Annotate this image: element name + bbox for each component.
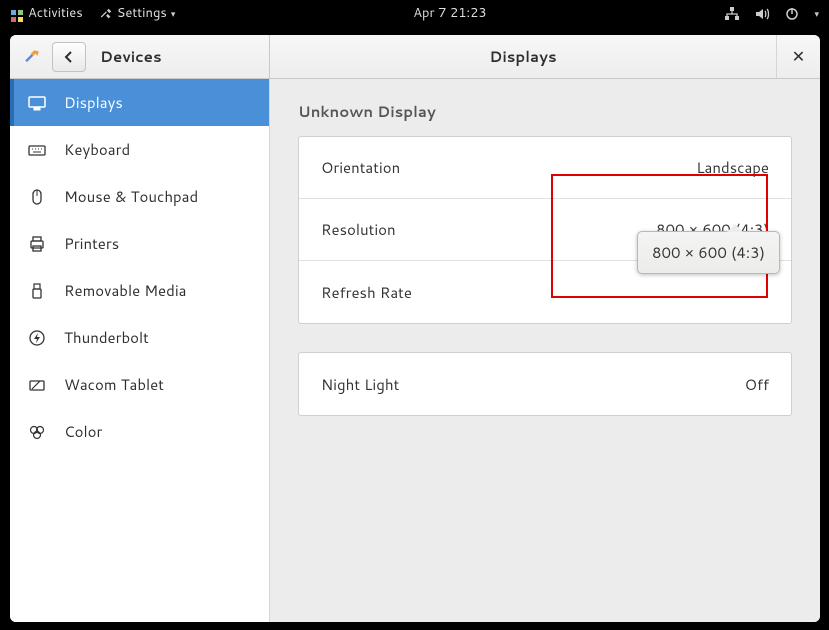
sidebar-item-label: Color — [64, 421, 102, 442]
display-name: Unknown Display — [298, 101, 792, 122]
back-button[interactable] — [52, 42, 86, 72]
activities-button[interactable]: Activities — [10, 4, 83, 22]
sidebar-item-wacom[interactable]: Wacom Tablet — [10, 361, 269, 408]
night-light-row[interactable]: Night Light Off — [299, 353, 791, 415]
keyboard-icon — [28, 141, 46, 159]
orientation-label: Orientation — [321, 157, 400, 178]
mouse-icon — [28, 188, 46, 206]
resolution-dropdown[interactable]: 800 × 600 (4:3) — [637, 231, 780, 274]
resolution-label: Resolution — [321, 219, 396, 240]
sidebar-item-label: Printers — [64, 233, 119, 254]
sidebar-item-label: Mouse & Touchpad — [64, 186, 198, 207]
chevron-left-icon — [63, 51, 75, 63]
close-icon: ✕ — [792, 45, 805, 68]
refresh-rate-label: Refresh Rate — [321, 282, 412, 303]
tablet-icon — [28, 376, 46, 394]
sidebar-item-mouse[interactable]: Mouse & Touchpad — [10, 173, 269, 220]
usb-icon — [28, 282, 46, 300]
page-title: Displays — [270, 46, 776, 67]
night-light-label: Night Light — [321, 374, 399, 395]
sidebar: Displays Keyboard Mouse & Touchpad Print… — [10, 79, 270, 622]
close-button[interactable]: ✕ — [776, 35, 820, 78]
display-icon — [28, 94, 46, 112]
display-settings-card: Orientation Landscape Resolution 800 × 6… — [298, 136, 792, 324]
sidebar-item-thunderbolt[interactable]: Thunderbolt — [10, 314, 269, 361]
titlebar-category: Devices — [100, 46, 162, 67]
dropdown-option[interactable]: 800 × 600 (4:3) — [652, 242, 765, 263]
sidebar-item-label: Wacom Tablet — [64, 374, 164, 395]
sidebar-item-label: Displays — [64, 92, 123, 113]
tools-icon — [18, 48, 46, 66]
settings-label: Settings — [117, 4, 167, 22]
settings-menu[interactable]: Settings ▾ — [99, 4, 176, 22]
chevron-down-icon[interactable]: ▾ — [814, 7, 819, 20]
color-icon — [28, 423, 46, 441]
orientation-row[interactable]: Orientation Landscape — [299, 137, 791, 199]
night-light-value: Off — [745, 374, 769, 395]
sidebar-item-label: Removable Media — [64, 280, 186, 301]
printer-icon — [28, 235, 46, 253]
night-light-card: Night Light Off — [298, 352, 792, 416]
volume-icon[interactable] — [754, 4, 770, 22]
clock[interactable]: Apr 7 21:23 — [175, 4, 724, 22]
sidebar-item-color[interactable]: Color — [10, 408, 269, 455]
sidebar-item-keyboard[interactable]: Keyboard — [10, 126, 269, 173]
sidebar-item-label: Keyboard — [64, 139, 130, 160]
chevron-down-icon: ▾ — [171, 7, 176, 20]
power-icon[interactable] — [784, 4, 800, 22]
sidebar-item-displays[interactable]: Displays — [10, 79, 269, 126]
orientation-value: Landscape — [696, 157, 769, 178]
settings-icon — [99, 4, 113, 22]
titlebar: Devices Displays ✕ — [10, 35, 820, 79]
content-area: Unknown Display Orientation Landscape Re… — [270, 79, 820, 622]
sidebar-item-printers[interactable]: Printers — [10, 220, 269, 267]
settings-window: Devices Displays ✕ Displays Keyboard Mou… — [10, 35, 820, 622]
activities-label: Activities — [28, 4, 83, 22]
sidebar-item-removable[interactable]: Removable Media — [10, 267, 269, 314]
thunderbolt-icon — [28, 329, 46, 347]
sidebar-item-label: Thunderbolt — [64, 327, 149, 348]
activities-icon — [10, 6, 24, 20]
topbar: Activities Settings ▾ Apr 7 21:23 ▾ — [0, 0, 829, 26]
network-icon[interactable] — [724, 4, 740, 22]
